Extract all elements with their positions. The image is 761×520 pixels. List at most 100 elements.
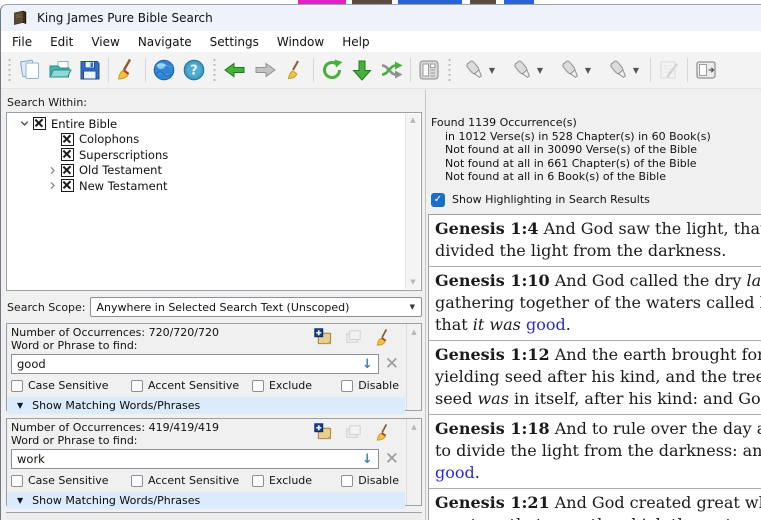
highlighter-pen-icon bbox=[559, 58, 583, 82]
forward-arrow-icon bbox=[253, 58, 277, 82]
clear-phrase-broom-icon[interactable] bbox=[374, 328, 393, 347]
highlighter-3-button[interactable]: ▼ bbox=[551, 55, 599, 85]
phrase-input[interactable]: good ↓ bbox=[11, 354, 379, 374]
verse-result[interactable]: Genesis 1:18 And to rule over the day an… bbox=[429, 415, 761, 489]
show-matching-label: Show Matching Words/Phrases bbox=[32, 494, 200, 507]
verse-result[interactable]: Genesis 1:21 And God created great whale… bbox=[429, 489, 761, 520]
stat-line: Found 1139 Occurrence(s) bbox=[431, 116, 761, 130]
bible-book-icon bbox=[12, 10, 28, 26]
tree-item-colophons[interactable]: Colophons bbox=[7, 132, 421, 148]
search-scope-value: Anywhere in Selected Search Text (Unscop… bbox=[97, 301, 350, 314]
add-phrase-icon[interactable] bbox=[314, 423, 333, 442]
checkbox-icon bbox=[11, 380, 23, 392]
expand-collapse-icon[interactable] bbox=[45, 166, 59, 175]
checked-checkbox[interactable] bbox=[61, 179, 74, 192]
occurrences-count: Number of Occurrences: 720/720/720 bbox=[11, 326, 219, 339]
tree-item-superscriptions[interactable]: Superscriptions bbox=[7, 147, 421, 163]
menu-window[interactable]: Window bbox=[268, 33, 333, 51]
navigate-forward-button[interactable] bbox=[250, 55, 280, 85]
navigate-back-button[interactable] bbox=[220, 55, 250, 85]
verse-result[interactable]: Genesis 1:10 And God called the dry land… bbox=[429, 267, 761, 341]
clear-phrase-broom-icon[interactable] bbox=[374, 423, 393, 442]
tree-scrollbar[interactable]: ▲ ▼ bbox=[405, 114, 420, 289]
phrase-panel-scrollbar[interactable]: ▲ bbox=[406, 324, 421, 410]
phrase-input-value: work bbox=[17, 452, 45, 466]
phrase-panel-scrollbar[interactable]: ▲ bbox=[406, 419, 421, 505]
completer-dropdown-icon[interactable]: ↓ bbox=[362, 358, 373, 371]
menu-edit[interactable]: Edit bbox=[41, 33, 82, 51]
duplicate-phrase-icon[interactable] bbox=[344, 423, 363, 442]
tree-item-new-testament[interactable]: New Testament bbox=[7, 178, 421, 194]
add-phrase-icon[interactable] bbox=[314, 328, 333, 347]
expand-collapse-icon[interactable] bbox=[45, 181, 59, 190]
checkbox-label: Exclude bbox=[269, 379, 312, 392]
checked-checkbox[interactable] bbox=[61, 148, 74, 161]
browse-bible-button[interactable] bbox=[149, 55, 179, 85]
checked-checkbox[interactable] bbox=[33, 117, 46, 130]
new-search-file-button[interactable] bbox=[15, 55, 45, 85]
view-details-button[interactable] bbox=[414, 55, 444, 85]
find-label: Word or Phrase to find: bbox=[11, 339, 219, 352]
accent-sensitive-checkbox[interactable]: Accent Sensitive bbox=[131, 474, 252, 487]
expand-collapse-icon[interactable] bbox=[17, 119, 31, 128]
menu-settings[interactable]: Settings bbox=[201, 33, 268, 51]
highlighter-pen-icon bbox=[511, 58, 535, 82]
svg-text:?: ? bbox=[190, 64, 198, 79]
remove-phrase-button[interactable]: ✕ bbox=[385, 451, 399, 468]
checked-checkbox[interactable] bbox=[61, 133, 74, 146]
toolbar-handle[interactable] bbox=[211, 57, 218, 83]
scroll-up-icon[interactable]: ▲ bbox=[407, 326, 421, 339]
shuffle-random-button[interactable] bbox=[377, 55, 407, 85]
menu-navigate[interactable]: Navigate bbox=[129, 33, 201, 51]
highlighter-4-button[interactable]: ▼ bbox=[599, 55, 647, 85]
show-matching-toggle[interactable]: ▼ Show Matching Words/Phrases bbox=[7, 397, 405, 414]
goto-passage-button[interactable] bbox=[347, 55, 377, 85]
chevron-down-icon: ▼ bbox=[410, 303, 415, 311]
refresh-search-button[interactable] bbox=[317, 55, 347, 85]
menu-view[interactable]: View bbox=[82, 33, 128, 51]
search-results-stats: Found 1139 Occurrence(s) in 1012 Verse(s… bbox=[426, 116, 761, 184]
toolbar-handle[interactable] bbox=[6, 57, 13, 83]
scroll-up-icon[interactable]: ▲ bbox=[406, 114, 420, 127]
exclude-checkbox[interactable]: Exclude bbox=[252, 474, 341, 487]
case-sensitive-checkbox[interactable]: Case Sensitive bbox=[11, 379, 131, 392]
case-sensitive-checkbox[interactable]: Case Sensitive bbox=[11, 474, 131, 487]
title-bar[interactable]: King James Pure Bible Search bbox=[1, 5, 761, 31]
save-search-file-button[interactable] bbox=[75, 55, 105, 85]
toolbar-handle[interactable] bbox=[446, 57, 453, 83]
phrase-input[interactable]: work ↓ bbox=[11, 449, 379, 469]
highlighter-2-button[interactable]: ▼ bbox=[503, 55, 551, 85]
show-highlighting-checkbox[interactable]: ✓ bbox=[431, 193, 445, 207]
highlighter-1-button[interactable]: ▼ bbox=[455, 55, 503, 85]
verse-result[interactable]: Genesis 1:12 And the earth brought forth… bbox=[429, 341, 761, 415]
help-button[interactable]: ? bbox=[179, 55, 209, 85]
checked-checkbox[interactable] bbox=[61, 164, 74, 177]
open-search-file-button[interactable] bbox=[45, 55, 75, 85]
exclude-checkbox[interactable]: Exclude bbox=[252, 379, 341, 392]
clear-search-phrases-button[interactable] bbox=[112, 55, 142, 85]
toolbar: ? bbox=[1, 52, 761, 89]
scroll-down-icon[interactable]: ▼ bbox=[406, 276, 420, 289]
app-window: King James Pure Bible Search File Edit V… bbox=[0, 4, 761, 520]
duplicate-phrase-icon[interactable] bbox=[344, 328, 363, 347]
clear-highlighting-button[interactable] bbox=[280, 55, 310, 85]
show-matching-toggle[interactable]: ▼ Show Matching Words/Phrases bbox=[7, 492, 405, 509]
verse-reference: Genesis 1:12 bbox=[435, 345, 550, 364]
verse-result[interactable]: Genesis 1:4 And God saw the light, that … bbox=[429, 215, 761, 267]
menu-help[interactable]: Help bbox=[333, 33, 378, 51]
accent-sensitive-checkbox[interactable]: Accent Sensitive bbox=[131, 379, 252, 392]
tree-item-old-testament[interactable]: Old Testament bbox=[7, 163, 421, 179]
edit-notes-button[interactable] bbox=[654, 55, 684, 85]
search-scope-dropdown[interactable]: Anywhere in Selected Search Text (Unscop… bbox=[90, 297, 422, 317]
completer-dropdown-icon[interactable]: ↓ bbox=[362, 453, 373, 466]
scroll-up-icon[interactable]: ▲ bbox=[407, 421, 421, 434]
tree-item-entire-bible[interactable]: Entire Bible bbox=[7, 116, 421, 132]
disable-checkbox[interactable]: Disable bbox=[341, 379, 399, 392]
remove-phrase-button[interactable]: ✕ bbox=[385, 356, 399, 373]
stat-line: in 1012 Verse(s) in 528 Chapter(s) in 60… bbox=[431, 130, 761, 144]
menu-file[interactable]: File bbox=[3, 33, 41, 51]
show-side-panel-button[interactable] bbox=[691, 55, 721, 85]
disable-checkbox[interactable]: Disable bbox=[341, 474, 399, 487]
checkbox-icon bbox=[252, 475, 264, 487]
verse-reference: Genesis 1:4 bbox=[435, 219, 539, 238]
